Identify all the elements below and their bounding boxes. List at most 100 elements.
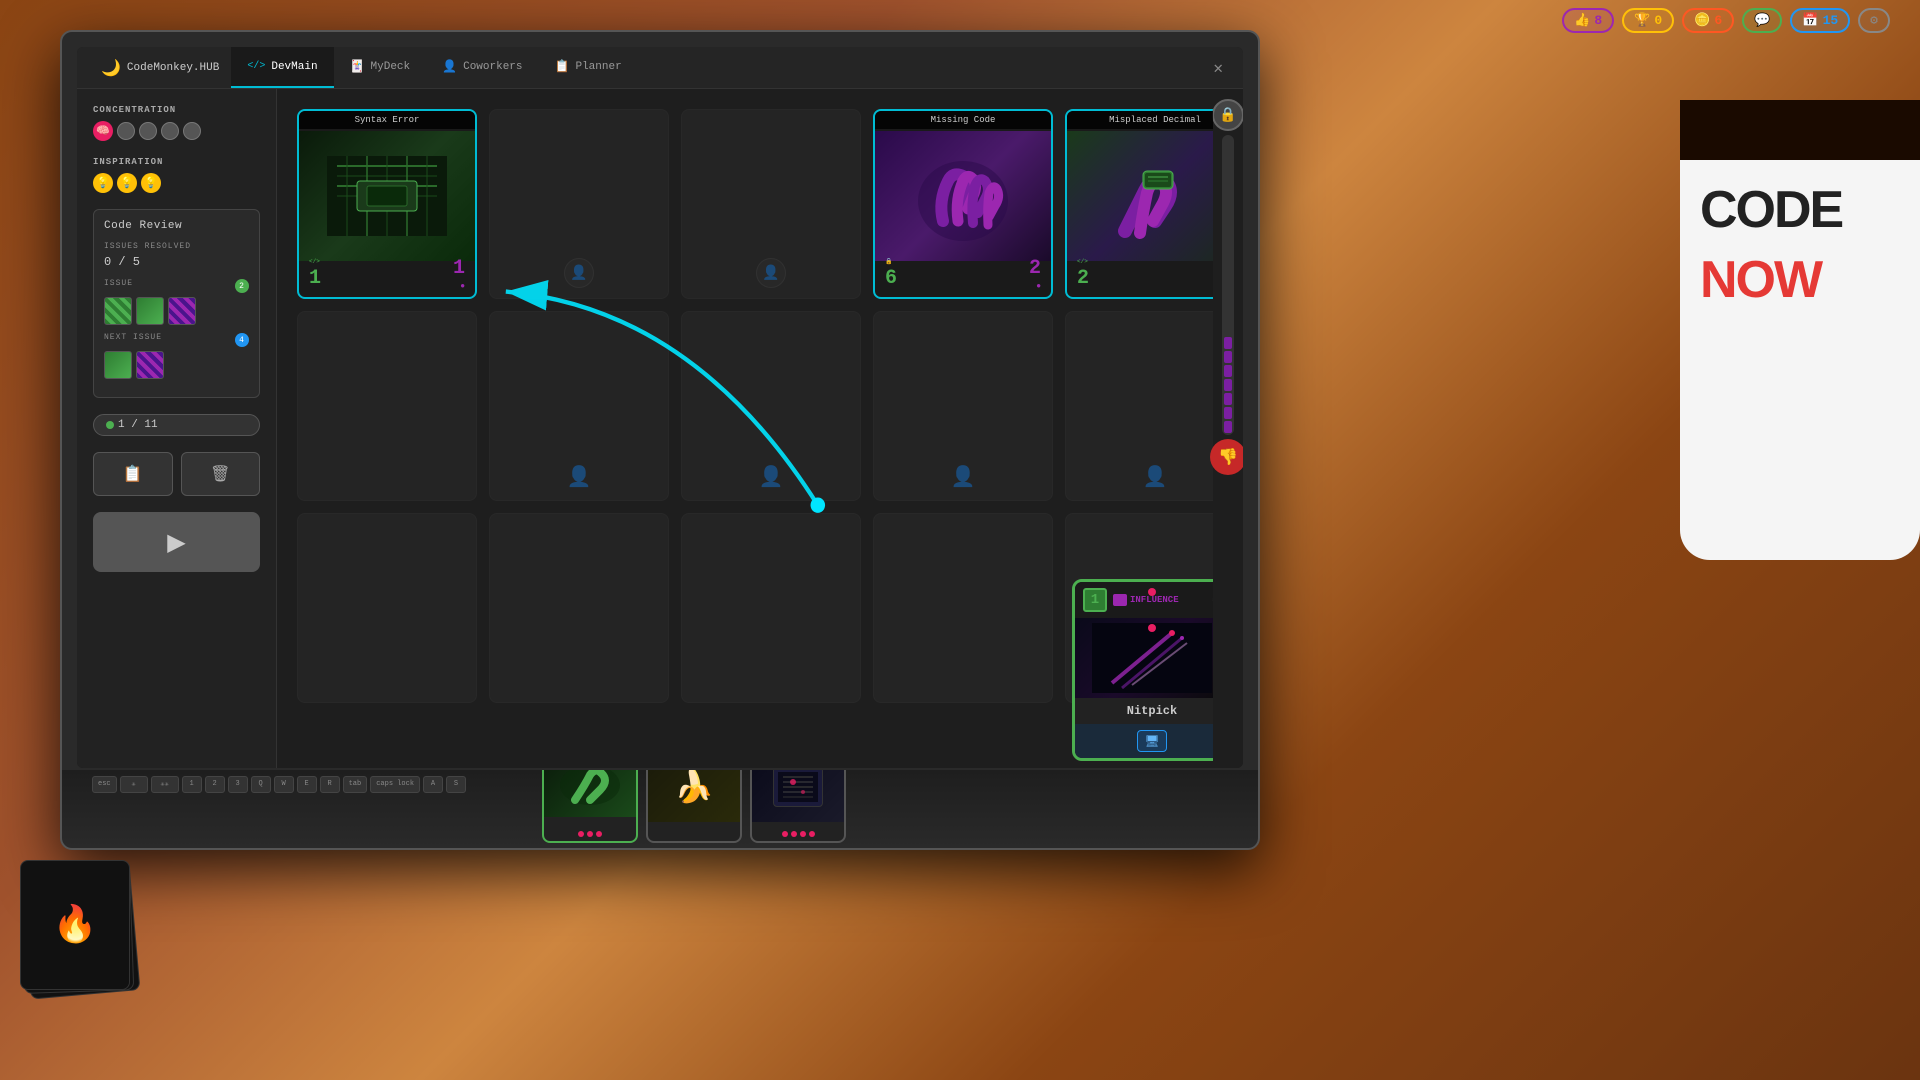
tray-card-3[interactable]: 2 ② (750, 770, 846, 843)
dot-3-1 (782, 831, 788, 837)
trophy-icon: 🏆 (1634, 13, 1650, 28)
card-misplaced-decimal[interactable]: Misplaced Decimal (1065, 109, 1213, 299)
pagination-dot (106, 421, 114, 429)
code-review-panel: Code Review ISSUES RESOLVED 0 / 5 ISSUE … (93, 209, 260, 398)
mydeck-icon: 🃏 (350, 59, 365, 74)
inspiration-icons: 💡 💡 💡 (93, 173, 260, 193)
tab-devmain[interactable]: </> DevMain (231, 47, 333, 88)
tray-card-1[interactable]: 2 👆 (542, 770, 638, 843)
play-icon: ▶ (167, 528, 185, 557)
grid-slot-r3-4 (873, 513, 1053, 703)
circuit-svg (778, 772, 818, 802)
laptop-body: 🌙 CodeMonkey.HUB </> DevMain 🃏 MyDeck 👤 … (60, 30, 1260, 850)
tab-mydeck[interactable]: 🃏 MyDeck (334, 47, 427, 88)
action-buttons: 📋 🗑 (93, 452, 260, 496)
coffee-mug: CODE NOW (1640, 100, 1920, 600)
dot-4 (183, 122, 201, 140)
concentration-icons: 🧠 (93, 121, 260, 141)
nitpick-image (1075, 618, 1213, 698)
dot-3 (161, 122, 179, 140)
grid-slot-r2-4: 👤 (873, 311, 1053, 501)
coworkers-label: Coworkers (463, 61, 522, 73)
thumbs-up-btn[interactable]: 👍 8 (1562, 8, 1614, 33)
misplaced-decimal-image (1067, 131, 1213, 261)
misplaced-decimal-title: Misplaced Decimal (1067, 111, 1213, 129)
prog-seg-7 (1224, 337, 1232, 349)
next-card-2 (136, 351, 164, 379)
inspiration-label: INSPIRATION (93, 157, 260, 167)
syntax-error-image (299, 131, 475, 261)
next-issue-cards (104, 351, 249, 379)
nitpick-header: 1 INFLUENCE ⚙ (1075, 582, 1213, 618)
nitpick-popup-card[interactable]: 1 INFLUENCE ⚙ (1072, 579, 1213, 761)
issue-row: ISSUE 2 (104, 279, 249, 325)
issue-badge: 2 (235, 279, 249, 293)
settings-btn[interactable]: ⚙ (1858, 8, 1890, 33)
close-button[interactable]: ✕ (1205, 54, 1231, 82)
key-f2: ✳✳ (151, 776, 179, 793)
key-r: R (320, 776, 340, 793)
prog-seg-2 (1224, 407, 1232, 419)
key-esc: esc (92, 776, 117, 793)
tab-planner[interactable]: 📋 Planner (539, 47, 638, 88)
deck-card-top: 🔥 (20, 860, 130, 990)
tray-card-3-dots (752, 831, 844, 837)
issue-label: ISSUE 2 (104, 279, 249, 293)
dot-3-3 (800, 831, 806, 837)
key-s: S (446, 776, 466, 793)
trophy-btn[interactable]: 🏆 0 (1622, 8, 1674, 33)
syntax-error-title: Syntax Error (299, 111, 475, 129)
dot-r-2 (587, 831, 593, 837)
bulb-3: 💡 (141, 173, 161, 193)
next-issue-label: NEXT ISSUE 4 (104, 333, 249, 347)
grid-slot-r2-2: 👤 (489, 311, 669, 501)
nitpick-cost: 1 (1091, 592, 1099, 608)
key-f1: ✳ (120, 776, 148, 793)
delete-button[interactable]: 🗑 (181, 452, 261, 496)
nav-logo: 🌙 CodeMonkey.HUB (89, 58, 231, 78)
laptop-screen: 🌙 CodeMonkey.HUB </> DevMain 🃏 MyDeck 👤 … (77, 47, 1243, 768)
dislike-button[interactable]: 👎 (1210, 439, 1243, 475)
coin-btn[interactable]: 🪙 6 (1682, 8, 1734, 33)
missing-code-svg (913, 151, 1013, 241)
monitor-icon: 🖥 (1144, 734, 1159, 749)
next-issue-row: NEXT ISSUE 4 (104, 333, 249, 379)
dot-r-3 (596, 831, 602, 837)
influence-icon (1113, 594, 1127, 606)
thumbs-up-icon: 👍 (1574, 13, 1590, 28)
coin-count: 6 (1714, 13, 1722, 28)
calendar-btn[interactable]: 📅 15 (1790, 8, 1850, 33)
missing-code-image (875, 131, 1051, 261)
card-missing-code[interactable]: Missing Code (873, 109, 1053, 299)
calendar-count: 15 (1823, 13, 1839, 28)
key-tab: tab (343, 776, 368, 793)
grid-slot-empty-2: 👤 (681, 109, 861, 299)
copy-button[interactable]: 📋 (93, 452, 173, 496)
tab-coworkers[interactable]: 👤 Coworkers (426, 47, 538, 88)
tray-card-1-dots (544, 831, 636, 837)
misplaced-svg (1105, 151, 1205, 241)
pagination: 1 / 11 (93, 414, 260, 436)
thumbs-up-count: 8 (1594, 13, 1602, 28)
key-2: 2 (205, 776, 225, 793)
mug-text-now: NOW (1700, 250, 1821, 310)
bulb-1: 💡 (93, 173, 113, 193)
chat-icon: 💬 (1754, 13, 1770, 28)
dot-1 (117, 122, 135, 140)
hud-icons-container: 👍 8 🏆 0 🪙 6 💬 📅 15 ⚙ (1562, 8, 1890, 33)
issue-card-1 (104, 297, 132, 325)
prog-seg-6 (1224, 351, 1232, 363)
pagination-value: 1 / 11 (118, 419, 158, 431)
prog-seg-1 (1224, 421, 1232, 433)
card-syntax-error[interactable]: Syntax Error (297, 109, 477, 299)
play-button[interactable]: ▶ (93, 512, 260, 572)
brain-icon: 🧠 (93, 121, 113, 141)
card-grid-area: Syntax Error (277, 89, 1213, 768)
planner-icon: 📋 (555, 59, 570, 74)
vertical-progress-bar (1222, 135, 1234, 435)
prog-seg-4 (1224, 379, 1232, 391)
key-a: A (423, 776, 443, 793)
tray-card-2[interactable]: 8 🍌 (646, 770, 742, 843)
chat-btn[interactable]: 💬 (1742, 8, 1782, 33)
card-grid: Syntax Error (297, 109, 1193, 748)
